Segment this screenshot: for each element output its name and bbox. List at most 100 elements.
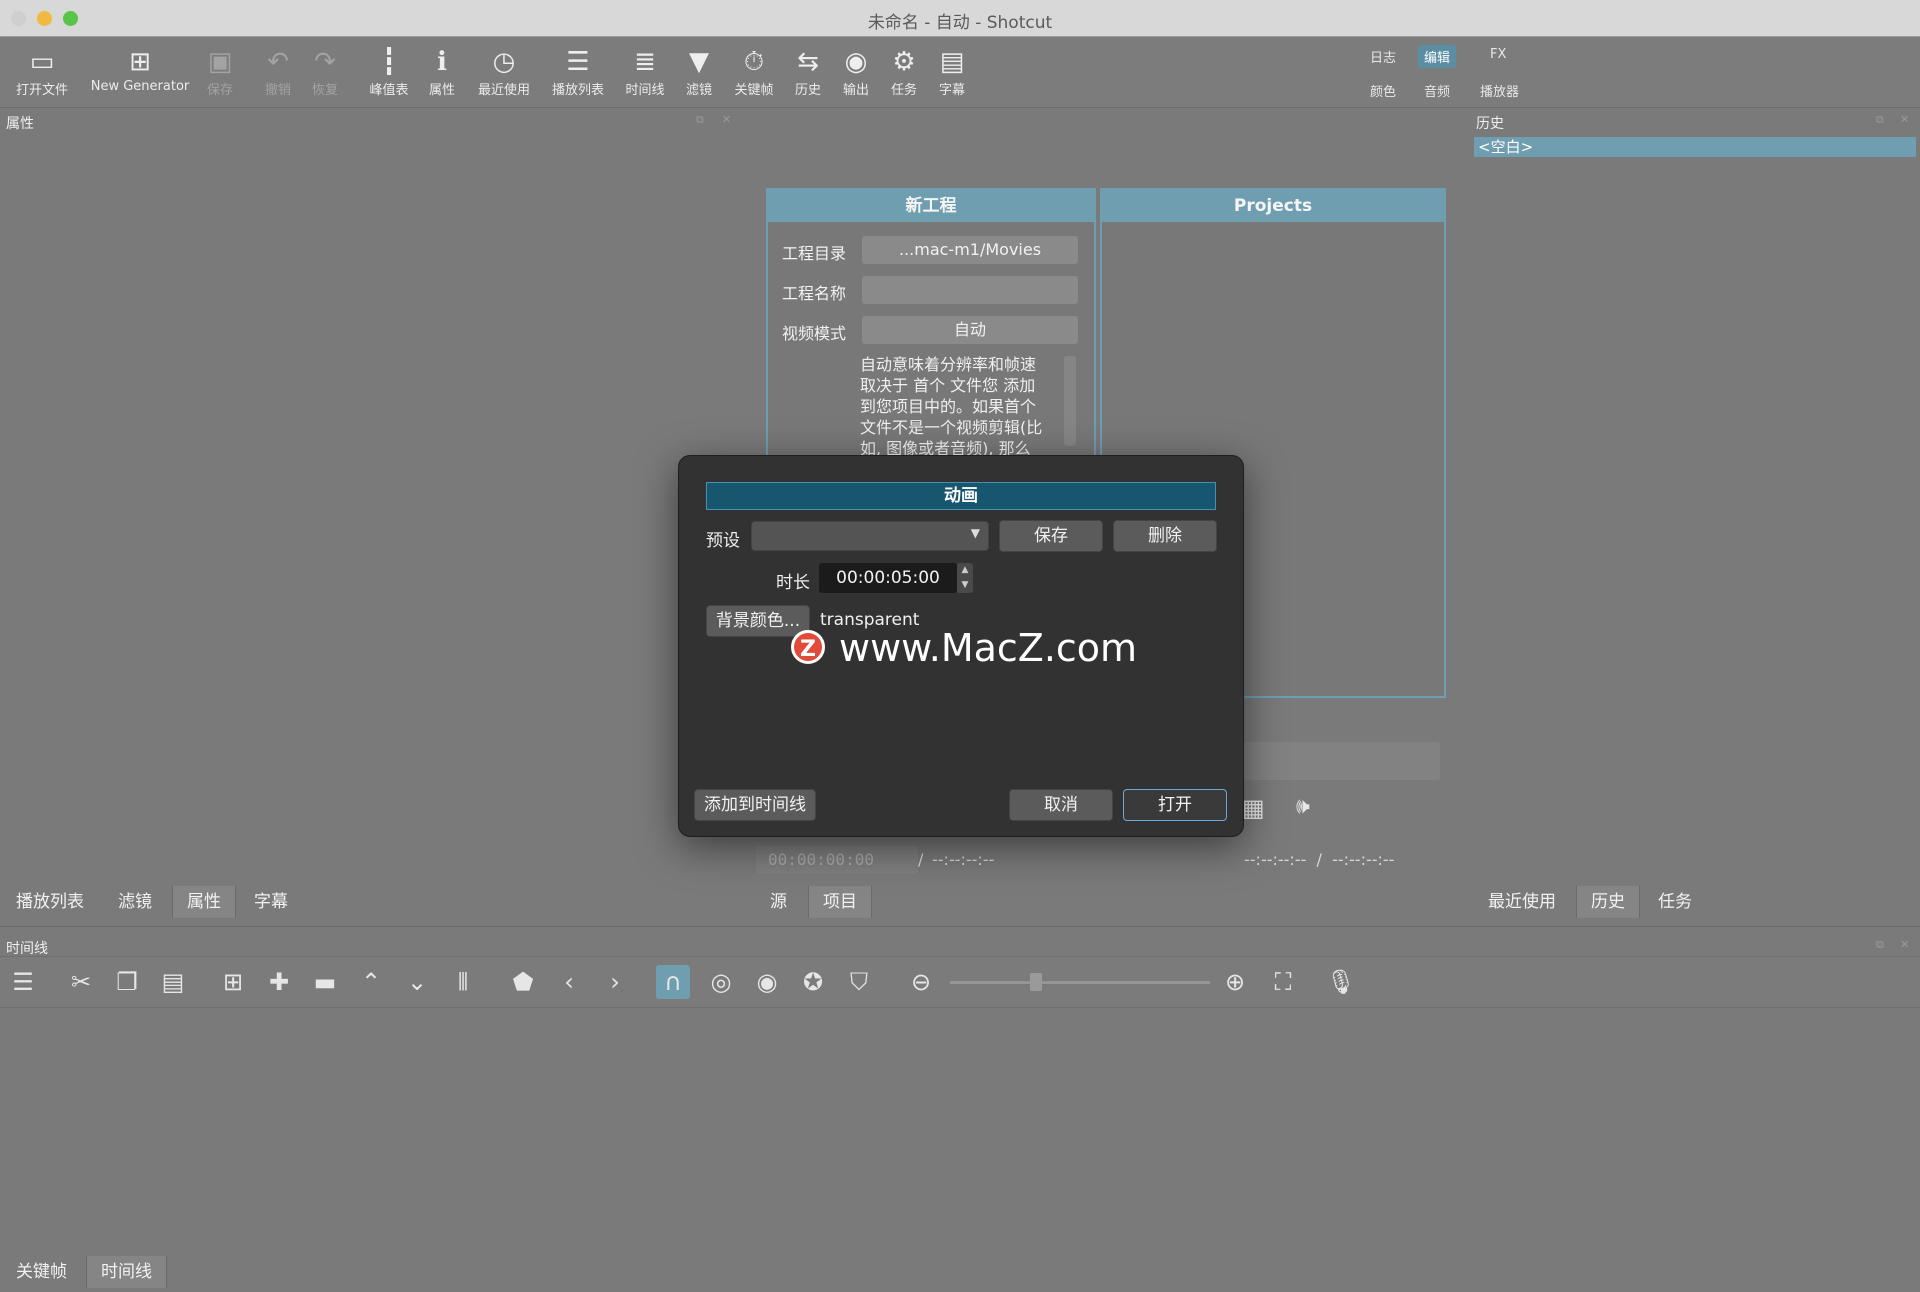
- tab-properties[interactable]: 属性: [172, 886, 236, 918]
- tab-playlist[interactable]: 播放列表: [2, 886, 98, 918]
- duration-input[interactable]: 00:00:05:00: [819, 563, 957, 593]
- overwrite-down-icon[interactable]: ⌄: [400, 965, 434, 999]
- layout-fx[interactable]: FX: [1484, 45, 1512, 64]
- timecode-separator: /: [918, 850, 924, 869]
- cancel-button[interactable]: 取消: [1009, 789, 1113, 821]
- clock-icon: ◷: [492, 47, 516, 77]
- undo-button[interactable]: ↶ 撤销: [258, 45, 298, 98]
- timeline-button[interactable]: ≣ 时间线: [622, 45, 668, 98]
- right-panel-tabs: 最近使用 历史 任务: [1472, 886, 1920, 918]
- project-dir-field[interactable]: ...mac-m1/Movies: [862, 236, 1078, 264]
- timeline-icon: ≣: [634, 47, 656, 77]
- tab-filters[interactable]: 滤镜: [104, 886, 166, 918]
- tab-keyframes[interactable]: 关键帧: [2, 1256, 81, 1288]
- ripple-delete-icon[interactable]: ✚: [262, 965, 296, 999]
- save-toolbar-button[interactable]: ▣ 保存: [200, 45, 240, 98]
- layout-player[interactable]: 播放器: [1474, 79, 1525, 102]
- marker-icon[interactable]: ⬟: [506, 965, 540, 999]
- tab-source[interactable]: 源: [756, 886, 801, 918]
- timeline-close-icon[interactable]: ✕: [1900, 938, 1909, 951]
- position-timecode[interactable]: 00:00:00:00: [756, 846, 918, 874]
- next-marker-icon[interactable]: ›: [598, 965, 632, 999]
- panel-close-icon[interactable]: ✕: [722, 113, 731, 126]
- history-close-icon[interactable]: ✕: [1900, 113, 1909, 126]
- record-audio-icon[interactable]: 🎙: [1324, 965, 1358, 999]
- zoom-out-icon[interactable]: ⊖: [904, 965, 938, 999]
- history-panel-title: 历史: [1476, 116, 1504, 132]
- history-icon: ⇆: [797, 47, 819, 77]
- panel-float-icon[interactable]: ⧉: [696, 113, 704, 127]
- grid-icon[interactable]: ▦: [1242, 794, 1265, 822]
- keyframes-button[interactable]: ⏱ 关键帧: [731, 45, 777, 98]
- layout-color[interactable]: 颜色: [1364, 79, 1402, 102]
- zoom-slider-handle[interactable]: [1030, 973, 1042, 991]
- ripple-all-icon[interactable]: ✪: [796, 965, 830, 999]
- recent-button[interactable]: ◷ 最近使用: [475, 45, 533, 98]
- history-float-icon[interactable]: ⧉: [1876, 113, 1884, 127]
- redo-button[interactable]: ↷ 恢复: [305, 45, 345, 98]
- tab-timeline[interactable]: 时间线: [86, 1256, 167, 1288]
- properties-button[interactable]: ℹ 属性: [421, 45, 463, 98]
- preset-save-button[interactable]: 保存: [999, 520, 1103, 552]
- duration-stepper[interactable]: ▲ ▼: [957, 563, 973, 593]
- new-generator-button[interactable]: ⊞ New Generator: [86, 45, 194, 94]
- lift-icon[interactable]: ▬: [308, 965, 342, 999]
- player-scrubber[interactable]: [1244, 742, 1440, 780]
- main-toolbar: ▭ 打开文件 ⊞ New Generator ▣ 保存 ↶ 撤销 ↷ 恢复 ┇ 峰值表 ℹ属…: [0, 37, 1920, 108]
- bottom-tabs: 关键帧 时间线: [0, 1256, 300, 1288]
- ripple-icon[interactable]: ◉: [750, 965, 784, 999]
- history-item[interactable]: <空白>: [1474, 137, 1916, 157]
- filters-button[interactable]: ▼ 滤镜: [680, 45, 718, 98]
- overwrite-up-icon[interactable]: ⌃: [354, 965, 388, 999]
- zoom-in-icon[interactable]: ⊕: [1218, 965, 1252, 999]
- paste-icon[interactable]: ▤: [156, 965, 190, 999]
- left-panel-tabs: 播放列表 滤镜 属性 字幕: [0, 886, 740, 918]
- project-name-field[interactable]: [862, 276, 1078, 304]
- folder-icon: ▭: [29, 47, 55, 77]
- description-scrollbar[interactable]: [1064, 356, 1076, 446]
- jobs-button[interactable]: ⚙ 任务: [884, 45, 924, 98]
- filter-icon: ▼: [689, 47, 709, 77]
- tab-project[interactable]: 项目: [808, 886, 872, 918]
- previous-marker-icon[interactable]: ‹: [552, 965, 586, 999]
- background-color-button[interactable]: 背景颜色...: [706, 605, 810, 637]
- dialog-title-field[interactable]: 动画: [706, 482, 1216, 510]
- append-icon[interactable]: ⊞: [216, 965, 250, 999]
- timeline-menu-icon[interactable]: ☰: [6, 965, 40, 999]
- open-button[interactable]: 打开: [1123, 789, 1227, 821]
- playlist-button[interactable]: ☰ 播放列表: [548, 45, 608, 98]
- layout-audio[interactable]: 音频: [1418, 79, 1456, 102]
- peak-meter-button[interactable]: ┇ 峰值表: [364, 45, 414, 98]
- project-name-label: 工程名称: [782, 284, 847, 303]
- zoom-slider[interactable]: [950, 981, 1210, 984]
- export-button[interactable]: ◉ 输出: [836, 45, 876, 98]
- zoom-fit-icon[interactable]: ⛶: [1266, 965, 1300, 999]
- preset-select[interactable]: ▼: [751, 521, 989, 551]
- snap-icon[interactable]: ∩: [656, 965, 690, 999]
- window-title: 未命名 - 自动 - Shotcut: [867, 13, 1053, 33]
- cut-icon[interactable]: ✂: [64, 965, 98, 999]
- save-icon: ▣: [207, 47, 233, 77]
- history-button[interactable]: ⇆ 历史: [788, 45, 828, 98]
- add-to-timeline-button[interactable]: 添加到时间线: [694, 789, 816, 821]
- timeline-float-icon[interactable]: ⧉: [1876, 938, 1884, 952]
- video-mode-select[interactable]: 自动: [862, 316, 1078, 344]
- tab-history[interactable]: 历史: [1576, 886, 1640, 918]
- split-icon[interactable]: ⫴: [446, 965, 480, 999]
- tab-jobs[interactable]: 任务: [1644, 886, 1706, 918]
- volume-icon[interactable]: 🕪: [1296, 794, 1310, 819]
- subtitles-button[interactable]: ▤ 字幕: [932, 45, 972, 98]
- tab-recent[interactable]: 最近使用: [1474, 886, 1570, 918]
- layout-log[interactable]: 日志: [1364, 45, 1402, 68]
- ripple-markers-icon[interactable]: ⛉: [842, 965, 876, 999]
- scrub-icon[interactable]: ◎: [704, 965, 738, 999]
- preset-delete-button[interactable]: 删除: [1113, 520, 1217, 552]
- duration-label: 时长: [776, 573, 810, 593]
- video-mode-description: 自动意味着分辨率和帧速 取决于 首个 文件您 添加 到您项目中的。如果首个 文件…: [860, 355, 1043, 458]
- tab-subtitles[interactable]: 字幕: [240, 886, 302, 918]
- preset-label: 预设: [706, 531, 740, 551]
- copy-icon[interactable]: ❐: [110, 965, 144, 999]
- open-file-button[interactable]: ▭ 打开文件: [12, 45, 72, 98]
- layout-edit[interactable]: 编辑: [1418, 45, 1457, 68]
- export-icon: ◉: [844, 47, 868, 77]
